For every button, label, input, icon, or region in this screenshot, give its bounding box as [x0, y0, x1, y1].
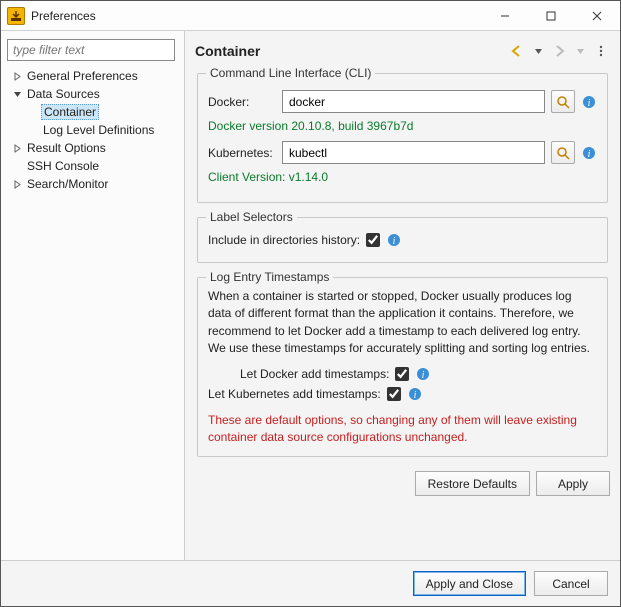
tree-item-ssh-console[interactable]: SSH Console	[7, 157, 178, 175]
info-icon[interactable]: i	[581, 145, 597, 161]
log-timestamps-group: Log Entry Timestamps When a container is…	[197, 277, 608, 457]
kubernetes-version-text: Client Version: v1.14.0	[208, 170, 597, 184]
tree-item-label: Container	[41, 104, 99, 120]
sidebar: General Preferences Data Sources Contain…	[1, 31, 185, 560]
svg-text:i: i	[588, 98, 591, 109]
group-legend: Label Selectors	[206, 210, 297, 224]
cli-group: Command Line Interface (CLI) Docker: i D…	[197, 73, 608, 203]
content-area: Container Command Line Interface (CLI) D…	[185, 31, 620, 560]
label-selectors-group: Label Selectors Include in directories h…	[197, 217, 608, 263]
close-button[interactable]	[574, 1, 620, 30]
tree-item-label: Log Level Definitions	[41, 123, 156, 137]
filter-input[interactable]	[7, 39, 175, 61]
restore-defaults-button[interactable]: Restore Defaults	[415, 471, 530, 496]
tree-item-data-sources[interactable]: Data Sources	[7, 85, 178, 103]
apply-and-close-button[interactable]: Apply and Close	[413, 571, 526, 596]
browse-docker-button[interactable]	[551, 90, 575, 113]
tree-item-container[interactable]: Container	[7, 103, 178, 121]
titlebar: Preferences	[1, 1, 620, 31]
spacer	[11, 160, 23, 172]
chevron-right-icon[interactable]	[11, 70, 23, 82]
window-controls	[482, 1, 620, 30]
docker-version-text: Docker version 20.10.8, build 3967b7d	[208, 119, 597, 133]
preferences-window: Preferences General Preferences Data Sou…	[0, 0, 621, 607]
kubernetes-timestamps-checkbox[interactable]	[387, 387, 401, 401]
forward-button[interactable]	[550, 42, 568, 60]
info-icon[interactable]: i	[415, 366, 431, 382]
window-title: Preferences	[31, 9, 482, 23]
tree-item-general-preferences[interactable]: General Preferences	[7, 67, 178, 85]
kubernetes-executable-input[interactable]	[282, 141, 545, 164]
cancel-button[interactable]: Cancel	[534, 571, 608, 596]
tree-item-label: Search/Monitor	[25, 177, 110, 191]
preferences-tree: General Preferences Data Sources Contain…	[7, 67, 178, 193]
kubernetes-label: Kubernetes:	[208, 146, 276, 160]
svg-text:i: i	[588, 149, 591, 160]
kubernetes-timestamps-label: Let Kubernetes add timestamps:	[208, 387, 381, 401]
dialog-button-bar: Apply and Close Cancel	[1, 560, 620, 606]
page-button-bar: Restore Defaults Apply	[195, 471, 610, 496]
tree-item-label: General Preferences	[25, 69, 140, 83]
tree-item-label: SSH Console	[25, 159, 101, 173]
svg-text:i: i	[422, 370, 425, 381]
apply-button[interactable]: Apply	[536, 471, 610, 496]
chevron-right-icon[interactable]	[11, 142, 23, 154]
maximize-button[interactable]	[528, 1, 574, 30]
docker-timestamps-checkbox[interactable]	[395, 367, 409, 381]
tree-item-label: Result Options	[25, 141, 108, 155]
group-legend: Command Line Interface (CLI)	[206, 66, 375, 80]
tree-item-log-level-definitions[interactable]: Log Level Definitions	[7, 121, 178, 139]
chevron-right-icon[interactable]	[11, 178, 23, 190]
back-dropdown[interactable]	[529, 42, 547, 60]
warning-text: These are default options, so changing a…	[208, 412, 597, 447]
svg-text:i: i	[413, 390, 416, 401]
forward-dropdown[interactable]	[571, 42, 589, 60]
minimize-button[interactable]	[482, 1, 528, 30]
tree-item-label: Data Sources	[25, 87, 102, 101]
page-title: Container	[195, 43, 505, 59]
include-history-checkbox[interactable]	[366, 233, 380, 247]
svg-text:i: i	[393, 236, 396, 247]
info-icon[interactable]: i	[407, 386, 423, 402]
back-button[interactable]	[508, 42, 526, 60]
log-timestamps-description: When a container is started or stopped, …	[208, 288, 597, 358]
info-icon[interactable]: i	[581, 94, 597, 110]
browse-kubernetes-button[interactable]	[551, 141, 575, 164]
app-icon	[7, 7, 25, 25]
group-legend: Log Entry Timestamps	[206, 270, 333, 284]
info-icon[interactable]: i	[386, 232, 402, 248]
docker-timestamps-label: Let Docker add timestamps:	[240, 367, 389, 381]
content-header: Container	[195, 39, 610, 63]
content-scroll: Command Line Interface (CLI) Docker: i D…	[195, 63, 610, 552]
include-history-label: Include in directories history:	[208, 233, 360, 247]
view-menu-button[interactable]	[592, 42, 610, 60]
docker-label: Docker:	[208, 95, 276, 109]
docker-executable-input[interactable]	[282, 90, 545, 113]
chevron-down-icon[interactable]	[11, 88, 23, 100]
tree-item-result-options[interactable]: Result Options	[7, 139, 178, 157]
tree-item-search-monitor[interactable]: Search/Monitor	[7, 175, 178, 193]
